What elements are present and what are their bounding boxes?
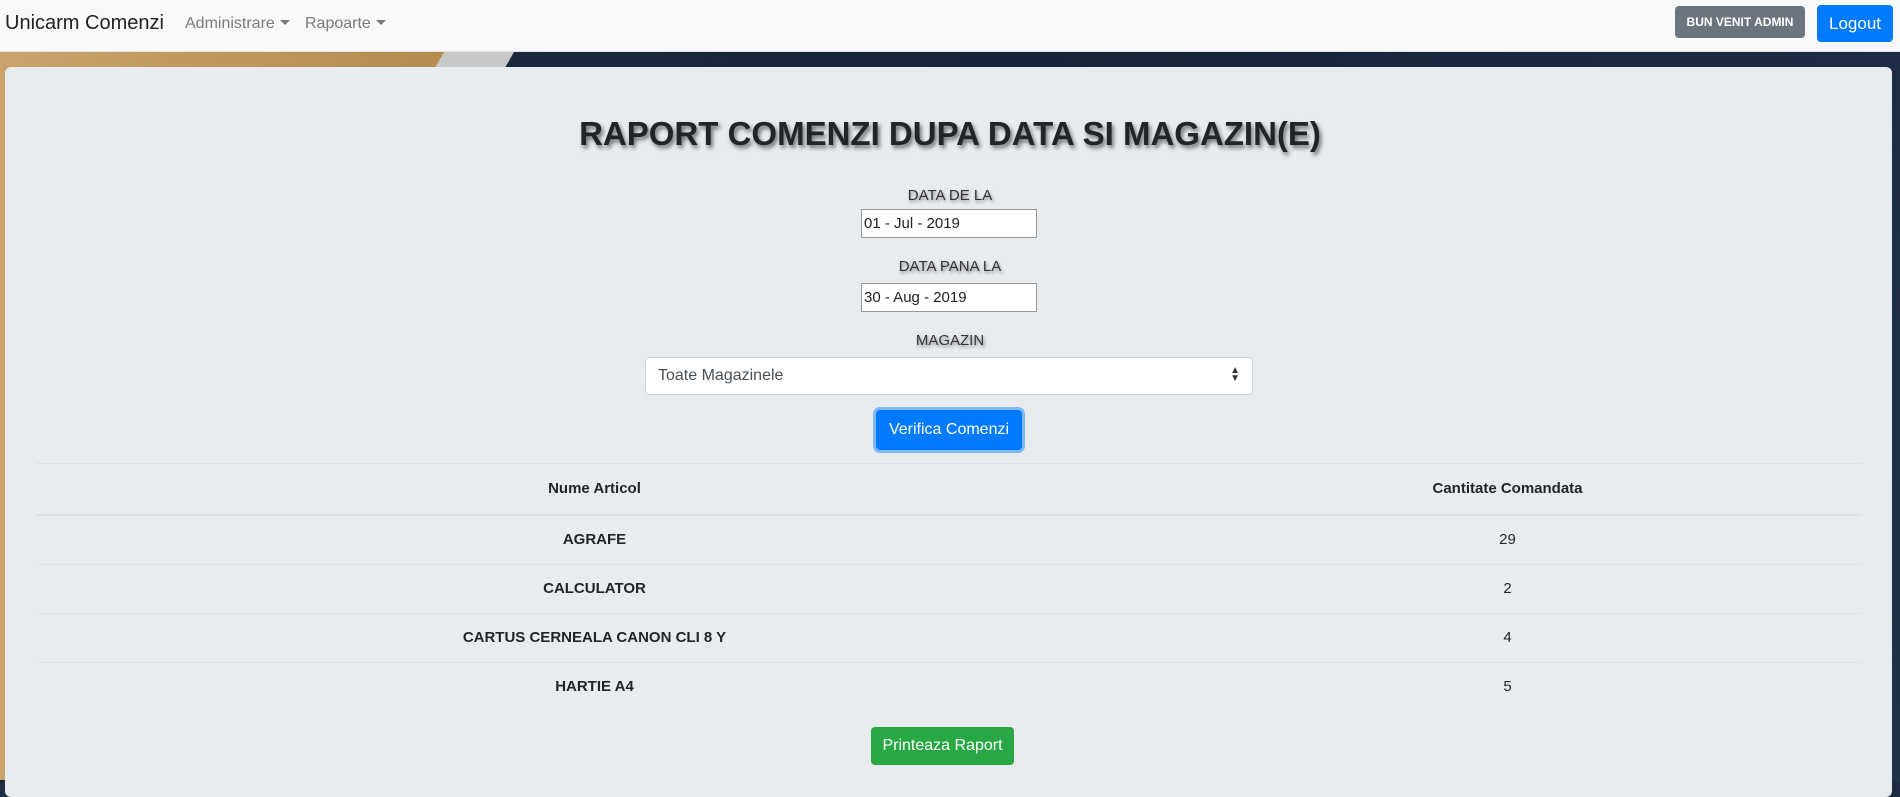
table-header-row: Nume Articol Cantitate Comandata xyxy=(36,463,1862,515)
table-row: AGRAFE 29 xyxy=(36,515,1862,564)
item-quantity: 5 xyxy=(1503,678,1512,695)
page-title: RAPORT COMENZI DUPA DATA SI MAGAZIN(E) xyxy=(579,115,1321,152)
store-select[interactable]: Toate Magazinele ▲ ▼ xyxy=(645,357,1253,395)
table-row: HARTIE A4 5 xyxy=(36,662,1862,711)
store-select-value: Toate Magazinele xyxy=(658,367,784,384)
item-name: HARTIE A4 xyxy=(555,678,634,695)
item-quantity: 29 xyxy=(1499,531,1516,548)
date-from-input[interactable]: 01 - Jul - 2019 xyxy=(861,209,1037,238)
select-arrows-icon: ▲ ▼ xyxy=(1230,365,1240,384)
print-report-button[interactable]: Printeaza Raport xyxy=(871,727,1014,765)
menu-administrare[interactable]: Administrare xyxy=(185,15,290,33)
table-row: CARTUS CERNEALA CANON CLI 8 Y 4 xyxy=(36,613,1862,662)
top-navbar: Unicarm Comenzi Administrare Rapoarte BU… xyxy=(0,0,1900,52)
item-name: CARTUS CERNEALA CANON CLI 8 Y xyxy=(462,629,727,646)
date-to-label: DATA PANA LA xyxy=(898,258,1002,275)
date-to-input[interactable]: 30 - Aug - 2019 xyxy=(861,283,1037,312)
menu-administrare-label: Administrare xyxy=(185,15,275,32)
orders-table: Nume Articol Cantitate Comandata AGRAFE … xyxy=(36,463,1862,711)
logout-button[interactable]: Logout xyxy=(1817,5,1893,42)
header-item-name: Nume Articol xyxy=(548,480,641,497)
store-label: MAGAZIN xyxy=(915,332,985,349)
table-row: CALCULATOR 2 xyxy=(36,564,1862,613)
menu-rapoarte-label: Rapoarte xyxy=(305,15,371,32)
navbar-brand[interactable]: Unicarm Comenzi xyxy=(5,12,164,35)
item-quantity: 4 xyxy=(1503,629,1512,646)
welcome-admin-badge: BUN VENIT ADMIN xyxy=(1675,6,1805,38)
header-quantity: Cantitate Comandata xyxy=(1432,480,1583,497)
verify-orders-button[interactable]: Verifica Comenzi xyxy=(876,410,1022,450)
item-name: AGRAFE xyxy=(562,531,627,548)
menu-rapoarte[interactable]: Rapoarte xyxy=(305,15,386,33)
item-name: CALCULATOR xyxy=(543,580,646,597)
caret-down-icon xyxy=(279,20,290,25)
item-quantity: 2 xyxy=(1503,580,1512,597)
date-from-label: DATA DE LA xyxy=(907,187,993,204)
caret-down-icon xyxy=(375,20,386,25)
background-pencil xyxy=(434,50,516,68)
